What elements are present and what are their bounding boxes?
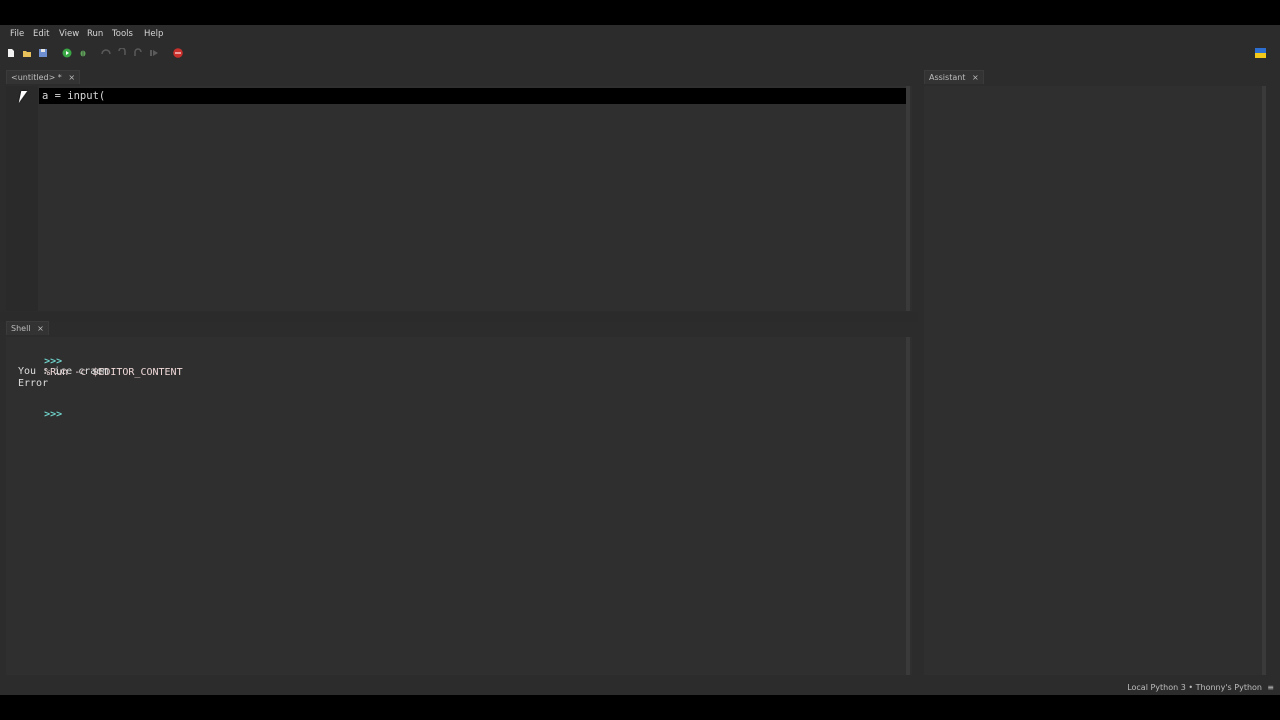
current-line-highlight	[39, 88, 906, 104]
shell-tabbar: Shell ×	[6, 321, 912, 335]
assistant-scrollbar[interactable]	[1262, 86, 1266, 675]
toolbar	[0, 45, 1280, 63]
step-over-icon[interactable]	[101, 48, 111, 58]
thonny-window: File Edit View Run Tools Help <untitled>…	[0, 25, 1280, 695]
assistant-tabbar: Assistant ×	[924, 70, 1266, 84]
menu-edit[interactable]: Edit	[33, 29, 49, 39]
tab-assistant-label: Assistant	[929, 73, 966, 82]
tab-shell-label: Shell	[11, 324, 31, 333]
menu-icon[interactable]: ≡	[1267, 683, 1274, 692]
stop-icon[interactable]	[173, 48, 183, 58]
code-editor[interactable]: a = input(	[6, 86, 912, 311]
close-icon[interactable]: ×	[37, 324, 44, 333]
tab-shell[interactable]: Shell ×	[6, 321, 49, 335]
menu-bar: File Edit View Run Tools Help	[0, 25, 1280, 43]
menu-help[interactable]: Help	[144, 29, 163, 39]
new-file-icon[interactable]	[6, 48, 16, 58]
shell-scrollbar[interactable]	[906, 337, 910, 675]
line-number-gutter	[6, 86, 38, 311]
editor-tabbar: <untitled> * ×	[6, 70, 912, 84]
save-icon[interactable]	[38, 48, 48, 58]
menu-tools[interactable]: Tools	[112, 29, 133, 39]
open-folder-icon[interactable]	[22, 48, 32, 58]
ukraine-flag-icon[interactable]	[1255, 48, 1266, 58]
shell-prompt: >>>	[44, 409, 63, 420]
tab-untitled-label: <untitled> *	[11, 73, 62, 82]
tab-untitled[interactable]: <untitled> * ×	[6, 70, 81, 84]
resume-icon[interactable]	[149, 48, 159, 58]
debug-icon[interactable]	[78, 48, 88, 58]
assistant-panel	[924, 86, 1266, 675]
step-out-icon[interactable]	[133, 48, 143, 58]
step-into-icon[interactable]	[117, 48, 127, 58]
shell-output-line: Error	[18, 378, 49, 389]
code-line-1[interactable]: a = input(	[42, 90, 105, 102]
menu-run[interactable]: Run	[87, 29, 103, 39]
interpreter-selector[interactable]: Local Python 3 • Thonny's Python	[1127, 683, 1262, 692]
tab-assistant[interactable]: Assistant ×	[924, 70, 984, 84]
run-icon[interactable]	[62, 48, 72, 58]
menu-view[interactable]: View	[59, 29, 79, 39]
shell-output-line: You : ice craem	[18, 366, 109, 377]
editor-scrollbar[interactable]	[906, 86, 910, 311]
menu-file[interactable]: File	[10, 29, 24, 39]
status-bar: Local Python 3 • Thonny's Python ≡	[0, 680, 1280, 695]
shell-panel[interactable]: >>> %Run -c $EDITOR_CONTENT You : ice cr…	[6, 337, 912, 675]
close-icon[interactable]: ×	[68, 73, 75, 82]
close-icon[interactable]: ×	[972, 73, 979, 82]
